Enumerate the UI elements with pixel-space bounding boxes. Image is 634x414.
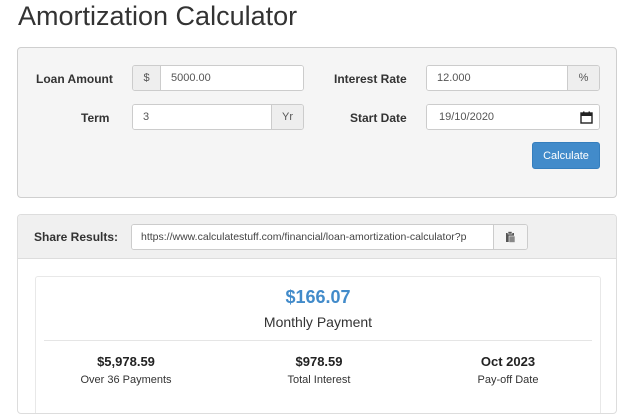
loan-amount-group: $ [132, 65, 304, 91]
term-label: Term [81, 111, 110, 125]
term-input[interactable] [133, 105, 271, 129]
start-date-group [426, 104, 600, 130]
share-results-label: Share Results: [34, 230, 119, 244]
years-addon: Yr [271, 105, 303, 129]
stat-label: Pay-off Date [477, 374, 539, 386]
copy-url-button[interactable] [493, 225, 527, 249]
stat-label: Total Interest [287, 374, 351, 386]
monthly-payment-label: Monthly Payment [263, 314, 373, 330]
page-title: Amortization Calculator [18, 1, 298, 31]
stat-label: Over 36 Payments [80, 374, 172, 386]
term-group: Yr [132, 104, 304, 130]
summary-divider [44, 340, 592, 341]
total-payments-stat: $5,978.59 Over 36 Payments [36, 354, 216, 387]
results-panel: Share Results: $166.07 Monthly Payment $… [17, 214, 617, 414]
calculator-form-panel: Loan Amount $ Interest Rate % Term Yr St… [17, 47, 617, 198]
stat-value: $978.59 [295, 354, 343, 369]
dollar-addon: $ [133, 66, 161, 90]
stat-value: $5,978.59 [97, 354, 155, 369]
payoff-date-stat: Oct 2023 Pay-off Date [418, 354, 598, 387]
calculate-button[interactable]: Calculate [532, 142, 600, 169]
interest-rate-label: Interest Rate [334, 72, 407, 86]
interest-rate-group: % [426, 65, 600, 91]
total-interest-stat: $978.59 Total Interest [229, 354, 409, 387]
interest-rate-input[interactable] [427, 66, 567, 90]
start-date-input[interactable] [427, 105, 573, 129]
share-url-group [131, 224, 528, 250]
loan-amount-input[interactable] [161, 66, 303, 90]
calendar-icon[interactable] [573, 105, 599, 129]
stat-value: Oct 2023 [480, 354, 536, 369]
percent-addon: % [567, 66, 599, 90]
share-results-bar: Share Results: [18, 215, 616, 259]
clipboard-icon [506, 231, 516, 243]
loan-amount-label: Loan Amount [36, 72, 113, 86]
share-url-input[interactable] [132, 225, 493, 249]
payment-summary: $166.07 Monthly Payment $5,978.59 Over 3… [35, 276, 601, 413]
start-date-label: Start Date [350, 111, 407, 125]
monthly-payment-amount: $166.07 [285, 287, 351, 307]
